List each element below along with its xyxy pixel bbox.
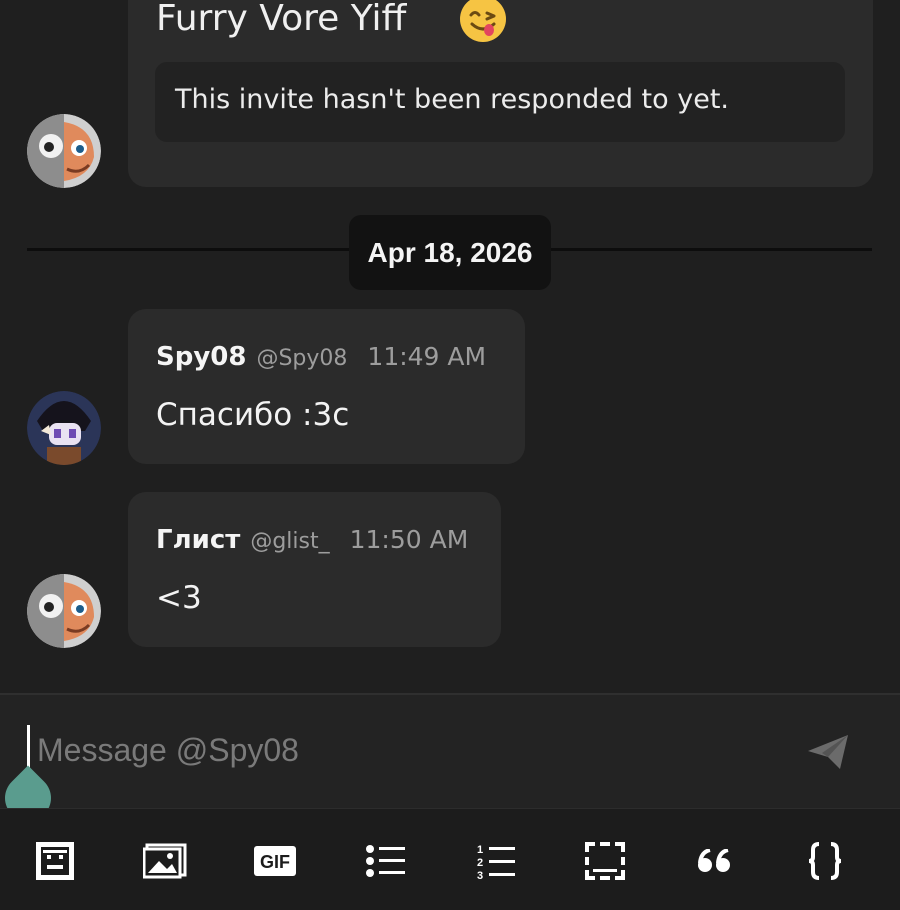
quote-button[interactable] [691, 839, 739, 883]
sticker-icon [36, 842, 74, 880]
message-handle: @Spy08 [256, 346, 348, 371]
svg-text:GIF: GIF [260, 852, 290, 872]
message-text: <3 [156, 580, 202, 616]
invite-status-text: This invite hasn't been responded to yet… [175, 84, 729, 115]
gif-button[interactable]: GIF [251, 839, 299, 883]
avatar[interactable] [27, 391, 101, 465]
spy08-avatar-icon [27, 391, 101, 465]
svg-text:1: 1 [477, 844, 483, 856]
formatting-toolbar: GIF 1 2 3 [0, 808, 900, 910]
message-bubble[interactable]: Глист @glist_ 11:50 AM <3 [128, 492, 501, 647]
glist-avatar-icon [27, 574, 101, 648]
bullet-list-button[interactable] [361, 839, 409, 883]
avatar[interactable] [27, 114, 101, 188]
send-icon [808, 735, 848, 769]
glist-avatar-icon [27, 114, 101, 188]
bullet-list-icon [366, 845, 405, 877]
message-author[interactable]: Глист [156, 525, 240, 555]
message-composer [0, 693, 900, 831]
date-divider: Apr 18, 2026 [349, 215, 551, 290]
message-bubble[interactable]: Spy08 @Spy08 11:49 AM Спасибо :3с [128, 309, 525, 464]
message-timestamp: 11:49 AM [367, 342, 487, 371]
message-text: Спасибо :3с [156, 397, 350, 433]
spoiler-icon [585, 842, 625, 880]
send-button[interactable] [806, 733, 850, 771]
numbered-list-button[interactable]: 1 2 3 [471, 839, 519, 883]
invite-server-name: Furry Vore Yiff [156, 0, 407, 39]
svg-text:2: 2 [477, 857, 483, 869]
numbered-list-icon: 1 2 3 [477, 844, 515, 880]
server-invite-card[interactable]: Furry Vore Yiff This invite hasn't been … [128, 0, 873, 187]
message-header: Spy08 @Spy08 11:49 AM [156, 342, 486, 372]
invite-status-box: This invite hasn't been responded to yet… [155, 62, 845, 142]
svg-text:3: 3 [477, 870, 483, 880]
message-author[interactable]: Spy08 [156, 342, 246, 372]
sticker-button[interactable] [31, 839, 79, 883]
message-header: Глист @glist_ 11:50 AM [156, 525, 468, 555]
gif-icon: GIF [254, 846, 296, 876]
image-icon [143, 843, 187, 879]
yum-emoji-icon [460, 0, 506, 42]
message-handle: @glist_ [250, 529, 330, 554]
spoiler-button[interactable] [581, 839, 629, 883]
avatar[interactable] [27, 574, 101, 648]
message-timestamp: 11:50 AM [349, 525, 469, 554]
quote-icon [698, 849, 730, 872]
image-button[interactable] [141, 839, 189, 883]
code-braces-icon [808, 842, 842, 880]
message-input[interactable] [37, 727, 777, 773]
code-block-button[interactable] [801, 839, 849, 883]
